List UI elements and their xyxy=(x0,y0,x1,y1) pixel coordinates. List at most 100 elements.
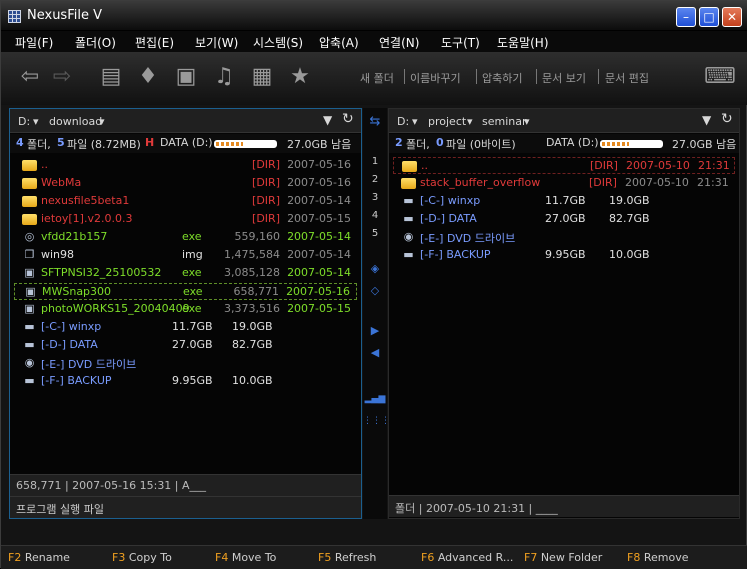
file-date: 2007-05-10 xyxy=(626,159,690,172)
menu-edit[interactable]: 편집(E) xyxy=(135,34,174,51)
toolbar-divider xyxy=(404,69,405,84)
copy-right-icon[interactable]: ▶ xyxy=(363,324,387,337)
left-description-bar: 프로그램 실행 파일 xyxy=(10,496,361,518)
fkey-new-folder[interactable]: F7 New Folder xyxy=(524,551,602,564)
chevron-down-icon[interactable]: ▾ xyxy=(467,115,473,128)
dropdown-arrow-icon[interactable]: ▼ xyxy=(323,113,332,127)
left-path-segment[interactable]: download xyxy=(49,115,102,128)
fkey-move-to[interactable]: F4 Move To xyxy=(215,551,276,564)
rename-button[interactable]: 이름바꾸기 xyxy=(410,70,461,86)
menu-tools[interactable]: 도구(T) xyxy=(441,34,480,51)
back-arrow-icon[interactable]: ⇦ xyxy=(15,62,45,92)
right-drive-select[interactable]: D: xyxy=(397,115,409,128)
maximize-button[interactable]: □ xyxy=(699,7,719,27)
file-name: MWSnap300 xyxy=(42,285,112,298)
file-name: [-D-] DATA xyxy=(420,212,477,225)
forward-arrow-icon[interactable]: ⇨ xyxy=(47,62,77,92)
close-button[interactable]: ✕ xyxy=(722,7,742,27)
fkey-label: Rename xyxy=(24,551,70,564)
camera-icon[interactable]: ▣ xyxy=(171,62,201,92)
copy-left-icon[interactable]: ◀ xyxy=(363,346,387,359)
trash-icon[interactable]: ⌨ xyxy=(704,62,736,92)
file-size: 10.0GB xyxy=(232,374,273,387)
bookmark-4[interactable]: 4 xyxy=(363,210,387,221)
select-all-icon[interactable]: ◈ xyxy=(363,262,387,275)
bookmark-3[interactable]: 3 xyxy=(363,192,387,203)
right-path-segment-2[interactable]: seminar xyxy=(482,115,527,128)
right-file-label: 파일 (0바이트) xyxy=(446,138,516,151)
menu-connect[interactable]: 연결(N) xyxy=(379,34,419,51)
deselect-icon[interactable]: ◇ xyxy=(363,284,387,297)
right-path-segment-1[interactable]: project xyxy=(428,115,466,128)
dvd-icon: ◉ xyxy=(24,356,35,369)
menu-help[interactable]: 도움말(H) xyxy=(497,34,549,51)
left-drive-usage-fill xyxy=(216,142,244,146)
file-row[interactable]: ▬ [-D-] DATA 27.0GB 82.7GB xyxy=(393,211,735,228)
right-path-bar: D: ▾ project ▾ seminar ▾ ▼ ↻ xyxy=(389,109,739,133)
chevron-down-icon[interactable]: ▾ xyxy=(412,115,418,128)
view-document-button[interactable]: 문서 보기 xyxy=(542,70,586,86)
file-row[interactable]: ❐ win98 img 1,475,584 2007-05-14 xyxy=(14,247,357,264)
film-clapper-icon[interactable]: ▦ xyxy=(247,62,277,92)
chevron-down-icon[interactable]: ▾ xyxy=(33,115,39,128)
bookmark-5[interactable]: 5 xyxy=(363,228,387,239)
music-note-icon[interactable]: ♫ xyxy=(209,62,239,92)
file-row[interactable]: ietoy[1].v2.0.0.3 [DIR] 2007-05-15 xyxy=(14,211,357,228)
left-file-pane[interactable]: D: ▾ download ▾ ▼ ↻ 4 폴더, 5 파일 (8.72MB) … xyxy=(9,108,362,519)
list-view-icon[interactable]: ⋮⋮⋮ xyxy=(363,416,390,426)
file-row[interactable]: .. [DIR] 2007-05-16 xyxy=(14,157,357,174)
file-row[interactable]: ▣ SFTPNSI32_25100532 exe 3,085,128 2007-05-1… xyxy=(14,265,357,282)
file-row[interactable]: ◉ [-E-] DVD 드라이브 xyxy=(393,229,735,246)
file-row[interactable]: WebMa [DIR] 2007-05-16 xyxy=(14,175,357,192)
menu-view[interactable]: 보기(W) xyxy=(195,34,238,51)
star-icon[interactable]: ★ xyxy=(285,62,315,92)
title-bar: NexusFile V – □ ✕ xyxy=(1,1,747,31)
left-drive-label: DATA (D:) xyxy=(160,136,213,149)
dropdown-arrow-icon[interactable]: ▼ xyxy=(702,113,711,127)
file-row[interactable]: nexusfile5beta1 [DIR] 2007-05-14 xyxy=(14,193,357,210)
menu-file[interactable]: 파일(F) xyxy=(15,34,53,51)
file-name: vfdd21b157 xyxy=(41,230,108,243)
file-row[interactable]: ▬ [-C-] winxp 11.7GB 19.0GB xyxy=(393,193,735,210)
swap-panes-icon[interactable]: ⇆ xyxy=(363,114,387,129)
file-row[interactable]: stack_buffer_overflow [DIR] 2007-05-10 21:3… xyxy=(393,175,735,192)
fkey-rename[interactable]: F2 Rename xyxy=(8,551,70,564)
file-row[interactable]: .. [DIR] 2007-05-10 21:31 xyxy=(393,157,735,174)
fkey-advanced[interactable]: F6 Advanced R... xyxy=(421,551,513,564)
bookmark-2[interactable]: 2 xyxy=(363,174,387,185)
compress-button[interactable]: 압축하기 xyxy=(482,70,522,86)
file-size: [DIR] xyxy=(589,176,617,189)
fkey-remove[interactable]: F8 Remove xyxy=(627,551,688,564)
folder-icon xyxy=(401,178,416,189)
bookmark-1[interactable]: 1 xyxy=(363,156,387,167)
chevron-down-icon[interactable]: ▾ xyxy=(524,115,530,128)
left-folder-label: 폴더, xyxy=(27,138,51,151)
refresh-icon[interactable]: ↻ xyxy=(721,111,733,127)
refresh-icon[interactable]: ↻ xyxy=(342,111,354,127)
menu-system[interactable]: 시스템(S) xyxy=(253,34,303,51)
fkey-copy-to[interactable]: F3 Copy To xyxy=(112,551,172,564)
fkey-refresh[interactable]: F5 Refresh xyxy=(318,551,376,564)
file-row[interactable]: ▬ [-D-] DATA 27.0GB 82.7GB xyxy=(14,337,357,354)
right-file-pane[interactable]: D: ▾ project ▾ seminar ▾ ▼ ↻ 2 폴더, 0 파일 … xyxy=(388,108,740,519)
file-row[interactable]: ▣ MWSnap300 exe 658,771 2007-05-16 xyxy=(14,283,357,300)
bar-chart-icon[interactable]: ▂▄▆ xyxy=(363,394,387,404)
new-folder-button[interactable]: 새 폴더 xyxy=(360,70,394,86)
file-row[interactable]: ▬ [-C-] winxp 11.7GB 19.0GB xyxy=(14,319,357,336)
file-row[interactable]: ▣ photoWORKS15_20040409 exe 3,373,516 2007-0… xyxy=(14,301,357,318)
desktop-icon[interactable]: ▤ xyxy=(96,62,126,92)
menu-compress[interactable]: 압축(A) xyxy=(319,34,359,51)
menu-folder[interactable]: 폴더(O) xyxy=(75,34,116,51)
file-size: 27.0GB xyxy=(545,212,586,225)
file-row[interactable]: ◎ vfdd21b157 exe 559,160 2007-05-14 xyxy=(14,229,357,246)
edit-document-button[interactable]: 문서 편집 xyxy=(605,70,649,86)
cards-icon[interactable]: ♦ xyxy=(133,62,163,92)
minimize-button[interactable]: – xyxy=(676,7,696,27)
file-row[interactable]: ◉ [-E-] DVD 드라이브 xyxy=(14,355,357,372)
chevron-down-icon[interactable]: ▾ xyxy=(99,115,105,128)
left-drive-select[interactable]: D: xyxy=(18,115,30,128)
file-row[interactable]: ▬ [-F-] BACKUP 9.95GB 10.0GB xyxy=(14,373,357,390)
file-size: 19.0GB xyxy=(232,320,273,333)
file-row[interactable]: ▬ [-F-] BACKUP 9.95GB 10.0GB xyxy=(393,247,735,264)
fkey-label: Move To xyxy=(231,551,277,564)
